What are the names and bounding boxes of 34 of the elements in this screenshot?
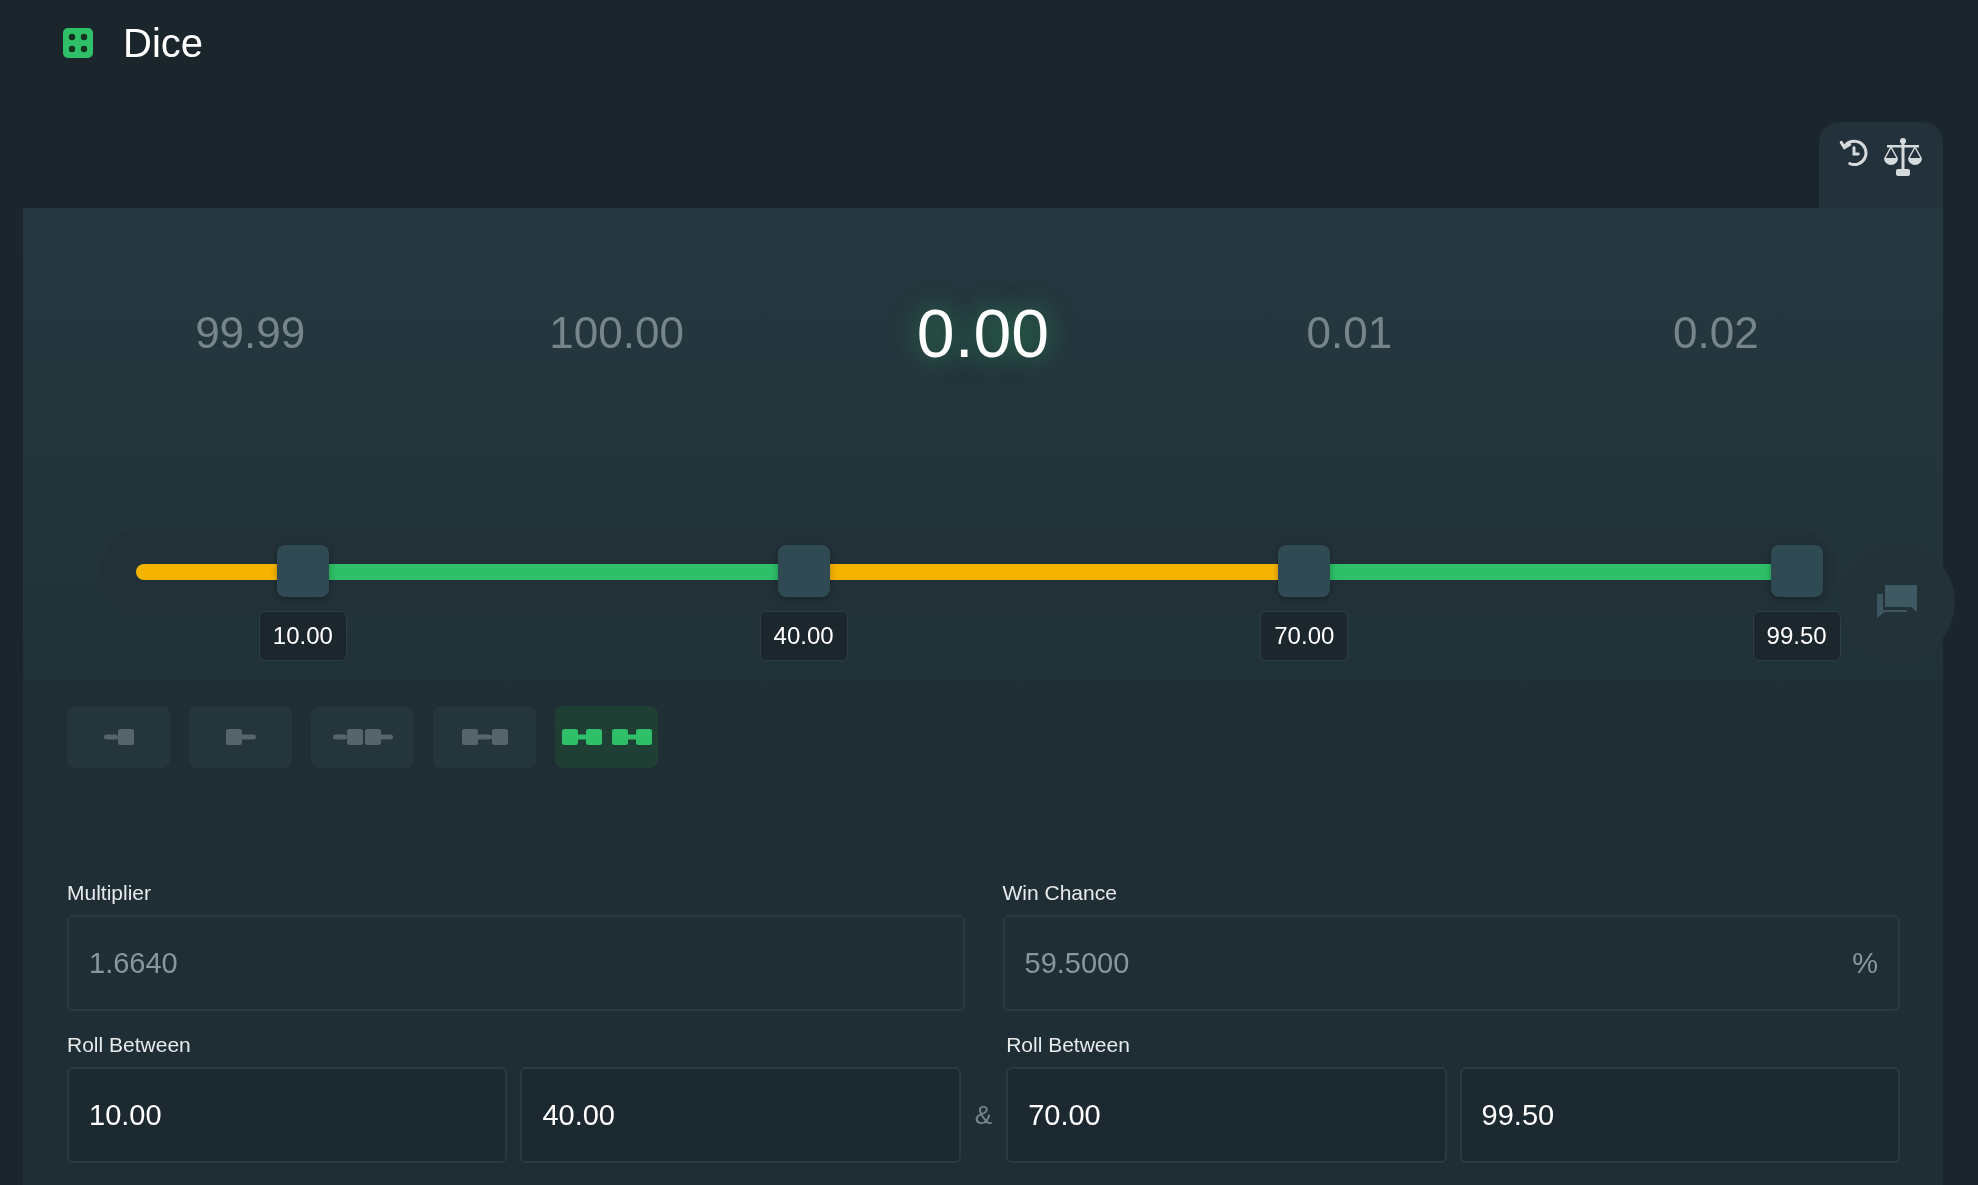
range-mode-icon [103,729,134,745]
roll-to-field[interactable]: 99.50 [1459,1067,1900,1163]
slider-handle[interactable] [1770,544,1823,597]
result-number: 0.02 [1671,308,1760,358]
roll-from-field[interactable]: 10.00 [67,1067,508,1163]
roll-from-field[interactable]: 70.00 [1006,1067,1447,1163]
dice-icon [63,28,93,58]
result-number: 0.01 [1305,308,1394,358]
handle-value: 70.00 [1260,611,1349,661]
field-label: Roll Between [1006,1033,1131,1057]
mode-button[interactable] [67,706,170,768]
field-label: Win Chance [1002,881,1118,905]
handle-value: 10.00 [258,611,347,661]
page-title: Dice [123,20,204,66]
range-mode-icon [225,729,256,745]
slider-handle[interactable] [276,544,329,597]
mode-button[interactable] [433,706,536,768]
mode-button[interactable] [555,706,658,768]
mode-button[interactable] [189,706,292,768]
slider-handle[interactable] [777,544,830,597]
roll-to-field[interactable]: 40.00 [520,1067,961,1163]
slider-handle[interactable] [1278,544,1331,597]
range-mode-icon [461,729,508,745]
handle-value: 99.50 [1752,611,1841,661]
result-number: 0.00 [915,294,1051,372]
range-mode-icon [561,729,652,745]
result-number: 99.99 [194,308,307,358]
mode-button[interactable] [311,706,414,768]
result-number: 100.00 [548,308,685,358]
field-label: Roll Between [67,1033,192,1057]
range-mode-icon [332,729,393,745]
field-label: Multiplier [67,881,153,905]
ampersand: & [974,1100,993,1132]
handle-value: 40.00 [759,611,848,661]
